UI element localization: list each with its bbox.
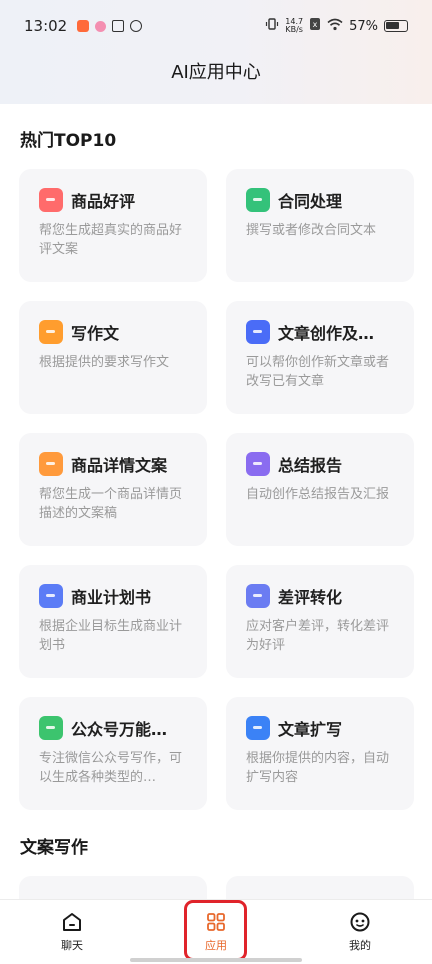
essay-icon xyxy=(39,320,63,344)
card-desc: 帮您生成一个商品详情页描述的文案稿 xyxy=(39,487,183,521)
app-card-wechat-article[interactable]: 公众号万能… 专注微信公众号写作，可以生成各种类型的… xyxy=(19,697,207,810)
status-right: 14.7 KB/s x 57% xyxy=(265,17,408,35)
network-speed: 14.7 KB/s xyxy=(285,18,303,34)
home-indicator[interactable] xyxy=(130,958,302,962)
refresh-icon xyxy=(246,584,270,608)
gift-icon xyxy=(39,188,63,212)
card-title: 商品好评 xyxy=(71,192,136,211)
app-card-product-review[interactable]: 商品好评 帮您生成超真实的商品好评文案 xyxy=(19,169,207,282)
card-desc: 帮您生成超真实的商品好评文案 xyxy=(39,223,183,257)
report-icon xyxy=(246,452,270,476)
sim-icon: x xyxy=(309,17,321,35)
page-title: AI应用中心 xyxy=(171,62,261,83)
app-card-business-plan[interactable]: 商业计划书 根据企业目标生成商业计划书 xyxy=(19,565,207,678)
tab-profile[interactable]: 我的 xyxy=(288,900,432,964)
card-title: 商业计划书 xyxy=(71,588,152,607)
card-desc: 根据企业目标生成商业计划书 xyxy=(39,619,183,653)
card-desc: 专注微信公众号写作，可以生成各种类型的… xyxy=(39,751,183,785)
app-card-contract[interactable]: 合同处理 撰写或者修改合同文本 xyxy=(226,169,414,282)
app-card-article-creation[interactable]: 文章创作及… 可以帮你创作新文章或者改写已有文章 xyxy=(226,301,414,414)
app-card-essay[interactable]: 写作文 根据提供的要求写作文 xyxy=(19,301,207,414)
card-title: 商品详情文案 xyxy=(71,456,168,475)
tab-label: 我的 xyxy=(349,939,371,952)
card-desc: 根据提供的要求写作文 xyxy=(39,355,170,370)
contract-icon xyxy=(246,188,270,212)
card-title: 总结报告 xyxy=(278,456,343,475)
plan-icon xyxy=(39,584,63,608)
tab-chat[interactable]: 聊天 xyxy=(0,900,144,964)
card-title: 文章扩写 xyxy=(278,720,343,739)
home-icon xyxy=(63,913,81,931)
card-desc: 自动创作总结报告及汇报 xyxy=(246,487,390,502)
network-speed-unit: KB/s xyxy=(285,25,303,34)
pen-icon xyxy=(246,320,270,344)
status-left: 13:02 xyxy=(24,17,143,35)
status-bar: 13:02 14.7 KB/s x 57% xyxy=(0,0,432,52)
notification-gem-icon xyxy=(95,20,107,32)
battery-icon xyxy=(384,20,408,32)
battery-percent: 57% xyxy=(349,18,378,34)
notification-app-icon xyxy=(77,20,90,32)
card-title: 公众号万能… xyxy=(71,720,168,739)
wifi-icon xyxy=(327,18,343,35)
tab-label: 聊天 xyxy=(61,939,83,952)
card-desc: 根据你提供的内容，自动扩写内容 xyxy=(246,751,390,785)
app-card-bad-review[interactable]: 差评转化 应对客户差评，转化差评为好评 xyxy=(226,565,414,678)
expand-icon xyxy=(246,716,270,740)
app-card-article-expand[interactable]: 文章扩写 根据你提供的内容，自动扩写内容 xyxy=(226,697,414,810)
section-title-copywriting: 文案写作 xyxy=(20,838,88,858)
notification-link-icon xyxy=(130,20,143,32)
check-icon xyxy=(39,716,63,740)
app-card-summary-report[interactable]: 总结报告 自动创作总结报告及汇报 xyxy=(226,433,414,546)
notification-box-icon xyxy=(112,20,125,32)
profile-icon xyxy=(350,912,370,932)
status-time: 13:02 xyxy=(24,17,68,35)
svg-text:x: x xyxy=(313,20,318,29)
card-desc: 撰写或者修改合同文本 xyxy=(246,223,377,238)
card-title: 文章创作及… xyxy=(278,324,375,343)
document-icon xyxy=(39,452,63,476)
section-title-top10: 热门TOP10 xyxy=(20,131,117,151)
card-desc: 可以帮你创作新文章或者改写已有文章 xyxy=(246,355,390,389)
vibrate-icon xyxy=(265,17,279,35)
card-title: 差评转化 xyxy=(278,588,343,607)
card-title: 写作文 xyxy=(71,324,120,343)
highlight-box xyxy=(184,900,247,961)
card-desc: 应对客户差评，转化差评为好评 xyxy=(246,619,390,653)
app-card-product-detail[interactable]: 商品详情文案 帮您生成一个商品详情页描述的文案稿 xyxy=(19,433,207,546)
card-title: 合同处理 xyxy=(278,192,343,211)
